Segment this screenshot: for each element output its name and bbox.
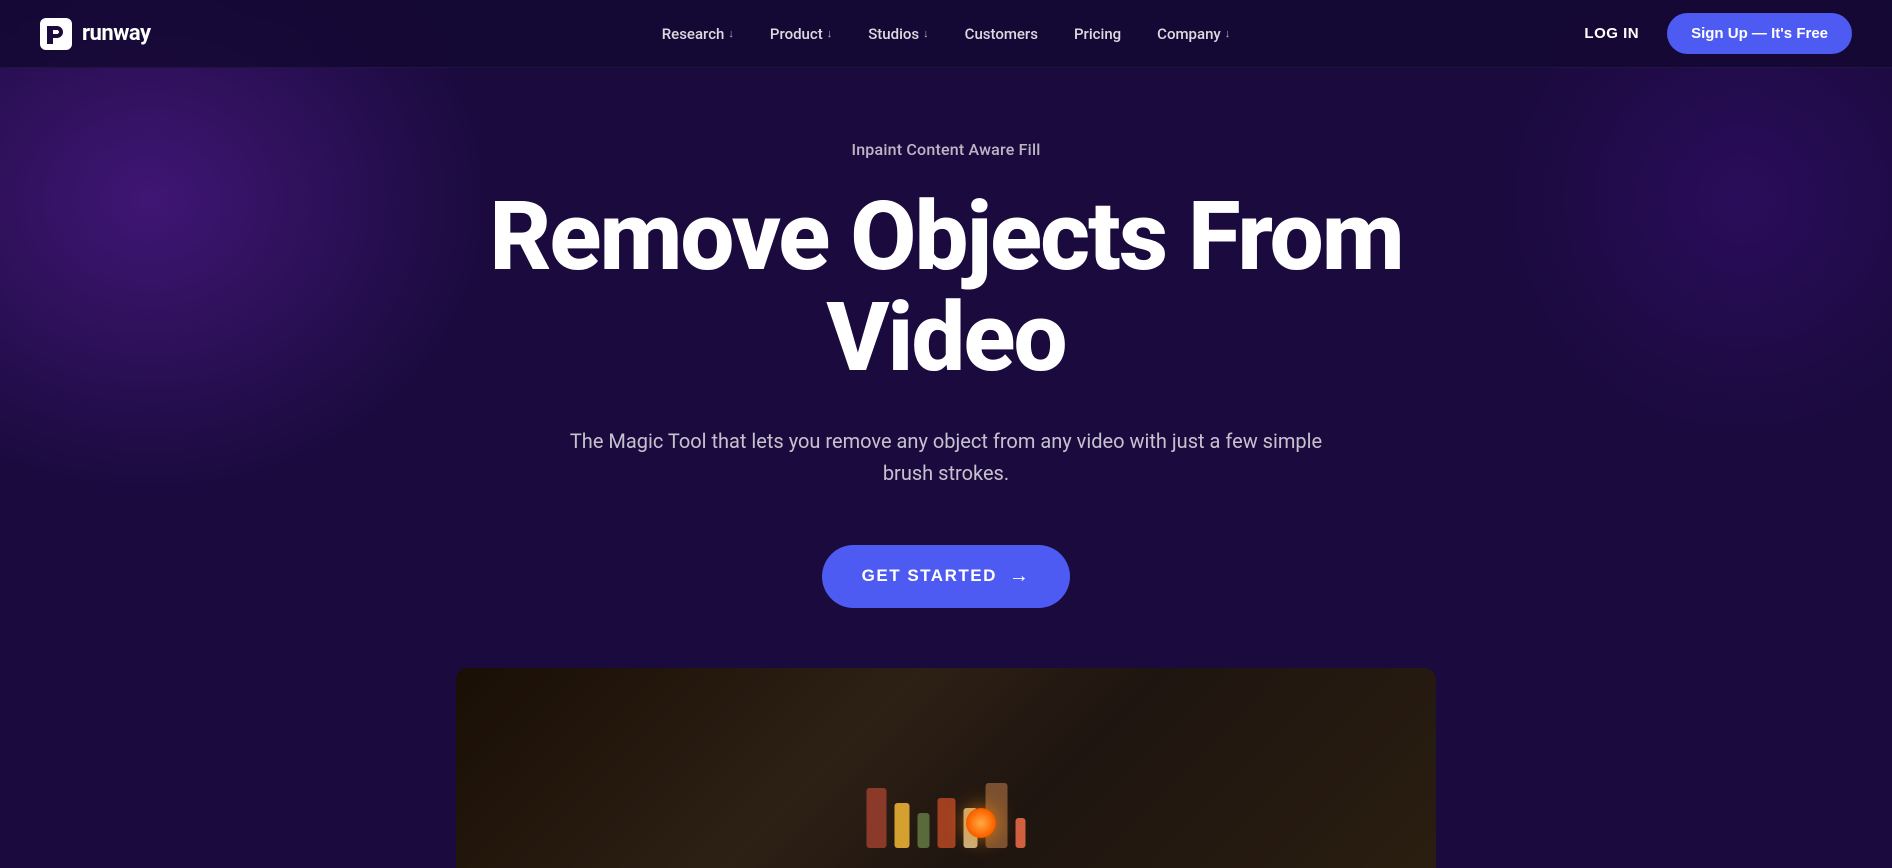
nav-studios[interactable]: Studios ↓: [854, 17, 942, 51]
nav-research[interactable]: Research ↓: [648, 17, 748, 51]
hero-subtitle: The Magic Tool that lets you remove any …: [556, 425, 1336, 489]
chevron-down-icon: ↓: [1225, 27, 1231, 40]
arrow-icon: →: [1009, 565, 1031, 588]
chevron-down-icon: ↓: [923, 27, 929, 40]
glow-ball: [966, 808, 996, 838]
hero-eyebrow: Inpaint Content Aware Fill: [486, 140, 1406, 159]
video-object-1: [867, 788, 887, 848]
video-objects: [867, 783, 1026, 848]
signup-button[interactable]: Sign Up — It's Free: [1667, 13, 1852, 54]
video-object-4: [938, 798, 956, 848]
video-preview: [456, 668, 1436, 868]
runway-logo-icon: [40, 18, 72, 50]
cta-label: GET STARTED: [862, 566, 997, 586]
chevron-down-icon: ↓: [728, 27, 734, 40]
logo[interactable]: runway: [40, 18, 151, 50]
cta-button[interactable]: GET STARTED →: [822, 545, 1071, 608]
nav-customers[interactable]: Customers: [951, 17, 1052, 51]
login-button[interactable]: LOG IN: [1572, 17, 1651, 50]
nav-actions: LOG IN Sign Up — It's Free: [1572, 13, 1852, 54]
video-object-2: [895, 803, 910, 848]
hero-title: Remove Objects From Video: [486, 187, 1406, 389]
nav-product[interactable]: Product ↓: [756, 17, 846, 51]
logo-text: runway: [82, 21, 151, 46]
hero-content: Inpaint Content Aware Fill Remove Object…: [446, 140, 1446, 608]
chevron-down-icon: ↓: [827, 27, 833, 40]
hero-section: Inpaint Content Aware Fill Remove Object…: [0, 0, 1892, 868]
nav-company[interactable]: Company ↓: [1143, 17, 1244, 51]
video-content: [456, 668, 1436, 868]
video-object-7: [1016, 818, 1026, 848]
navbar: runway Research ↓ Product ↓ Studios ↓ Cu…: [0, 0, 1892, 68]
video-inner: [456, 668, 1436, 868]
video-object-3: [918, 813, 930, 848]
nav-pricing[interactable]: Pricing: [1060, 17, 1135, 51]
nav-links: Research ↓ Product ↓ Studios ↓ Customers…: [648, 17, 1245, 51]
